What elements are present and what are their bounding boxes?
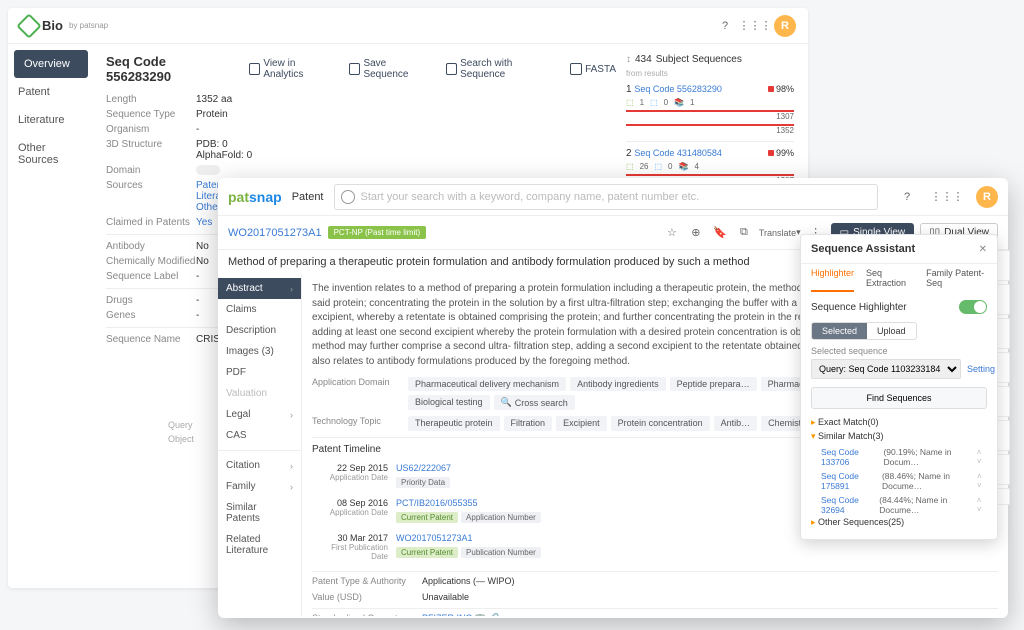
nav-literature[interactable]: Literature: [8, 106, 94, 134]
help-icon[interactable]: ?: [714, 15, 736, 37]
match-item[interactable]: Seq Code 133706(90.19%; Name in Docum…˄ …: [811, 445, 987, 469]
assignee-link[interactable]: PFIZER INC 🏢 🔗: [422, 613, 499, 616]
bookmark-icon[interactable]: 🔖: [711, 224, 729, 242]
match-item[interactable]: Seq Code 32694(84.44%; Name in Docume…˄ …: [811, 493, 987, 517]
chip[interactable]: Filtration: [504, 416, 553, 431]
bio-header: Bio by patsnap ? ⋮⋮⋮ R: [8, 8, 808, 44]
highlighter-label: Sequence Highlighter: [811, 302, 907, 313]
fasta-button[interactable]: FASTA: [570, 58, 616, 80]
search-icon: [446, 63, 457, 75]
nav-abstract[interactable]: Abstract›: [218, 278, 301, 299]
mini-tabs: Query Object: [168, 420, 194, 448]
timeline-number-link[interactable]: PCT/IB2016/055355: [396, 498, 478, 508]
nav-legal[interactable]: Legal›: [218, 404, 301, 425]
mini-tab-query[interactable]: Query: [168, 420, 194, 430]
nav-overview[interactable]: Overview: [14, 50, 88, 78]
sequence-select[interactable]: Query: Seq Code 1103233184: [811, 359, 961, 379]
nav-description[interactable]: Description: [218, 320, 301, 341]
translate-button[interactable]: Translate ▾: [759, 224, 801, 242]
seg-selected[interactable]: Selected: [812, 323, 867, 339]
subject-seq-card[interactable]: 1 Seq Code 556283290 98% ⬚1⬚0📚1 1307 135…: [626, 78, 794, 142]
nav-other[interactable]: Other Sources: [8, 134, 94, 174]
claimed-link[interactable]: Yes: [196, 217, 212, 228]
save-icon: [349, 63, 360, 75]
patent-header: patsnap Patent Start your search with a …: [218, 178, 1008, 216]
chip[interactable]: Biological testing: [408, 395, 490, 410]
patent-id[interactable]: WO2017051273A1: [228, 227, 322, 239]
chip[interactable]: Peptide prepara…: [670, 377, 757, 391]
length-value: 1352 aa: [196, 94, 232, 105]
plus-icon[interactable]: ⊕: [687, 224, 705, 242]
bio-logo-icon: [16, 13, 41, 38]
nav-cas[interactable]: CAS: [218, 425, 301, 446]
highlighter-toggle[interactable]: [959, 300, 987, 314]
globe-icon: [341, 190, 355, 204]
download-icon: [570, 63, 582, 75]
nav-citation[interactable]: Citation›: [218, 455, 301, 476]
nav-related-lit[interactable]: Related Literature: [218, 529, 301, 561]
chip[interactable]: Antibody ingredients: [570, 377, 666, 391]
bio-logo-text: Bio: [42, 18, 63, 33]
apps-icon[interactable]: ⋮⋮⋮: [744, 15, 766, 37]
tab-highlighter[interactable]: Highlighter: [811, 268, 854, 292]
avatar[interactable]: R: [976, 186, 998, 208]
other-sequences-group[interactable]: Other Sequences(25): [811, 517, 987, 528]
search-sequence-button[interactable]: Search with Sequence: [446, 58, 554, 80]
bio-logo-sub: by patsnap: [69, 21, 108, 30]
avatar[interactable]: R: [774, 15, 796, 37]
similar-match-group[interactable]: Similar Match(3): [811, 431, 987, 442]
nav-family[interactable]: Family›: [218, 476, 301, 497]
find-sequences-button[interactable]: Find Sequences: [811, 387, 987, 409]
tab-family-patent-seq[interactable]: Family Patent-Seq: [926, 268, 987, 292]
patsnap-logo[interactable]: patsnap: [228, 189, 282, 205]
type-value: Protein: [196, 109, 228, 120]
analytics-icon: [249, 63, 260, 75]
copy-icon[interactable]: ⧉: [735, 224, 753, 242]
view-analytics-button[interactable]: View in Analytics: [249, 58, 333, 80]
nav-similar[interactable]: Similar Patents: [218, 497, 301, 529]
star-icon[interactable]: ☆: [663, 224, 681, 242]
chip[interactable]: Therapeutic protein: [408, 416, 500, 431]
chip[interactable]: Pharmaceutical delivery mechanism: [408, 377, 566, 391]
match-item[interactable]: Seq Code 175891(88.46%; Name in Docume…˄…: [811, 469, 987, 493]
setting-link[interactable]: Setting: [967, 364, 995, 374]
nav-pdf[interactable]: PDF: [218, 362, 301, 383]
left-nav: Overview Patent Literature Other Sources: [8, 44, 94, 359]
bio-logo[interactable]: Bio by patsnap: [20, 17, 108, 35]
tab-seq-extraction[interactable]: Seq Extraction: [866, 268, 914, 292]
domain-pill: [196, 165, 220, 175]
chip[interactable]: Antib…: [714, 416, 758, 431]
popover-title: Sequence Assistant: [811, 243, 915, 255]
seg-upload[interactable]: Upload: [867, 323, 916, 339]
subject-sequences-panel: ↕434Subject Sequences from results 1 Seq…: [626, 54, 794, 192]
popover-tabs: Highlighter Seq Extraction Family Patent…: [801, 264, 997, 292]
mini-tab-object[interactable]: Object: [168, 434, 194, 444]
timeline-number-link[interactable]: US62/222067: [396, 463, 451, 473]
timeline-number-link[interactable]: WO2017051273A1: [396, 533, 473, 543]
source-segment: Selected Upload: [811, 322, 917, 340]
nav-claims[interactable]: Claims: [218, 299, 301, 320]
search-placeholder: Start your search with a keyword, compan…: [361, 191, 700, 203]
nav-valuation: Valuation: [218, 383, 301, 404]
seq-title: Seq Code 556283290: [106, 54, 229, 84]
close-icon[interactable]: ✕: [979, 244, 987, 255]
apps-icon[interactable]: ⋮⋮⋮: [936, 186, 958, 208]
help-icon[interactable]: ?: [896, 186, 918, 208]
save-sequence-button[interactable]: Save Sequence: [349, 58, 430, 80]
sequence-assistant-popover: Sequence Assistant ✕ Highlighter Seq Extr…: [800, 234, 998, 540]
patent-tab[interactable]: Patent: [292, 191, 324, 203]
nav-images[interactable]: Images (3): [218, 341, 301, 362]
chip[interactable]: Protein concentration: [611, 416, 710, 431]
document-nav: Abstract› Claims Description Images (3) …: [218, 274, 302, 616]
cross-search-button[interactable]: 🔍 Cross search: [494, 395, 575, 410]
nav-patent[interactable]: Patent: [8, 78, 94, 106]
search-input[interactable]: Start your search with a keyword, compan…: [334, 184, 879, 210]
exact-match-group[interactable]: Exact Match(0): [811, 417, 987, 428]
chip[interactable]: Excipient: [556, 416, 607, 431]
status-badge: PCT-NP (Past time limit): [328, 226, 427, 239]
